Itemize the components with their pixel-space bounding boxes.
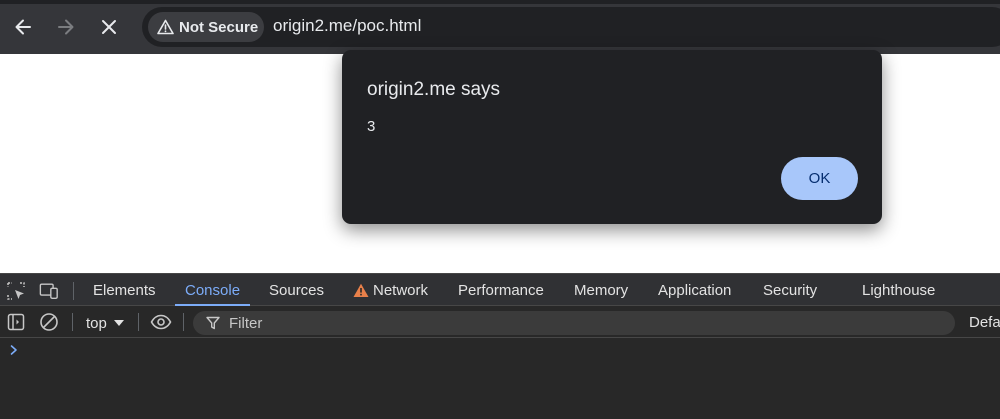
sidebar-toggle-icon — [7, 313, 25, 331]
tab-memory[interactable]: Memory — [574, 274, 628, 306]
device-toolbar-button[interactable] — [39, 281, 59, 301]
toolbar-divider — [183, 313, 184, 331]
back-arrow-icon — [15, 19, 31, 35]
clear-console-icon — [40, 313, 58, 331]
device-toolbar-icon — [39, 283, 58, 299]
stop-loading-button[interactable] — [94, 12, 124, 42]
forward-arrow-icon — [58, 19, 74, 35]
tab-sources[interactable]: Sources — [269, 274, 324, 306]
stop-icon — [102, 20, 116, 34]
forward-button[interactable] — [51, 12, 81, 42]
javascript-context-select[interactable]: top — [86, 313, 124, 333]
tab-label: Sources — [269, 281, 325, 299]
log-levels-dropdown[interactable]: Defa — [969, 314, 1000, 331]
warning-triangle-icon — [353, 283, 369, 298]
tab-console[interactable]: Console — [175, 274, 251, 306]
tab-lighthouse[interactable]: Lighthouse — [862, 274, 935, 306]
tab-label: Application — [658, 281, 732, 299]
ok-button[interactable]: OK — [781, 157, 858, 200]
devtools-tab-bar: Elements Console Sources Network Perform… — [0, 273, 1000, 306]
live-expression-button[interactable] — [150, 312, 172, 332]
inspect-element-icon — [7, 282, 25, 300]
tab-application[interactable]: Application — [658, 274, 731, 306]
back-button[interactable] — [8, 12, 38, 42]
prompt-chevron-icon — [9, 343, 19, 361]
tab-label: Network — [373, 281, 429, 299]
toolbar-divider — [73, 282, 74, 300]
warning-triangle-icon — [157, 19, 174, 35]
tab-label: Lighthouse — [862, 281, 936, 299]
security-label: Not Secure — [179, 18, 259, 36]
alert-dialog: origin2.me says 3 OK — [342, 50, 882, 224]
tab-network[interactable]: Network — [353, 274, 428, 306]
context-value: top — [86, 314, 107, 332]
tab-label: Console — [185, 281, 241, 299]
tab-label: Elements — [93, 281, 156, 299]
tab-elements[interactable]: Elements — [93, 274, 156, 306]
dialog-title: origin2.me says — [367, 79, 501, 100]
address-bar[interactable]: Not Secure origin2.me/poc.html — [142, 7, 1000, 47]
console-output[interactable] — [0, 339, 1000, 419]
browser-toolbar: Not Secure origin2.me/poc.html — [0, 0, 1000, 54]
show-sidebar-button[interactable] — [6, 312, 26, 332]
devtools-panel: Elements Console Sources Network Perform… — [0, 273, 1000, 419]
clear-console-button[interactable] — [39, 312, 59, 332]
filter-placeholder: Filter — [229, 314, 263, 332]
tab-strip-edge — [0, 0, 1000, 4]
url-text[interactable]: origin2.me/poc.html — [273, 16, 421, 36]
tab-label: Memory — [574, 281, 629, 299]
eye-icon — [150, 314, 172, 330]
toolbar-divider — [138, 313, 139, 331]
tab-label: Performance — [458, 281, 544, 299]
tab-security[interactable]: Security — [763, 274, 817, 306]
toolbar-divider — [72, 313, 73, 331]
inspect-element-button[interactable] — [6, 281, 26, 301]
chevron-down-icon — [113, 319, 124, 327]
console-toolbar: top Filter Defa — [0, 306, 1000, 338]
filter-icon — [206, 316, 220, 330]
dialog-message: 3 — [367, 118, 376, 135]
security-indicator-chip[interactable]: Not Secure — [148, 12, 264, 42]
tab-label: Security — [763, 281, 818, 299]
console-filter-input[interactable]: Filter — [193, 311, 955, 335]
tab-performance[interactable]: Performance — [458, 274, 544, 306]
